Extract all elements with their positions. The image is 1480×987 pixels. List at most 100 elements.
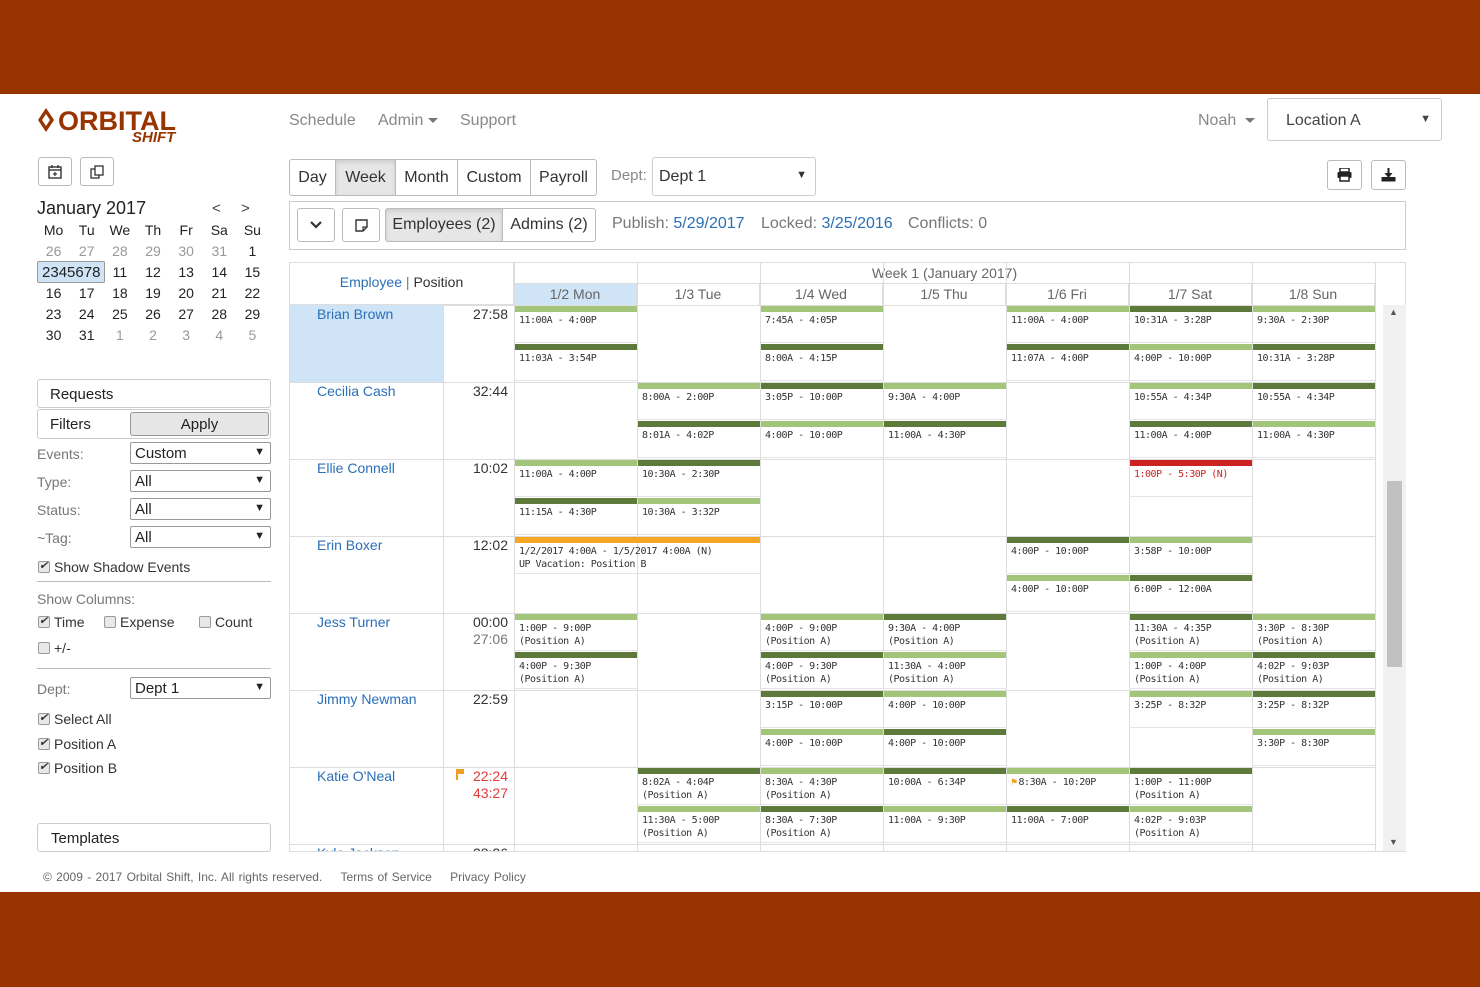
shift-block[interactable]: 1:00P - 9:00P (Position A) <box>515 620 637 651</box>
employee-name-link[interactable]: Erin Boxer <box>317 537 382 553</box>
shift-block[interactable]: 4:00P - 10:00P <box>884 697 1006 728</box>
shift-block[interactable]: 11:15A - 4:30P <box>515 504 637 535</box>
employee-sort-link[interactable]: Employee <box>340 274 402 290</box>
calendar-day[interactable]: 26 <box>136 306 169 322</box>
shift-block[interactable]: 3:30P - 8:30P <box>1253 735 1375 766</box>
copy-button[interactable] <box>80 157 114 186</box>
shift-block[interactable]: 8:02A - 4:04P (Position A) <box>638 774 760 805</box>
day-header[interactable]: 1/7 Sat <box>1129 283 1252 305</box>
day-header[interactable]: 1/6 Fri <box>1006 283 1129 305</box>
shift-block[interactable]: 11:00A - 4:30P <box>1253 427 1375 458</box>
calendar-day[interactable]: 13 <box>170 264 203 280</box>
shift-block[interactable]: 11:00A - 4:00P <box>515 312 637 343</box>
calendar-day[interactable]: 3 <box>170 327 203 343</box>
calendar-day[interactable]: 4 <box>59 264 67 281</box>
shift-block[interactable]: 3:58P - 10:00P <box>1130 543 1252 574</box>
calendar-day[interactable]: 30 <box>170 243 203 259</box>
shift-block[interactable]: 11:00A - 7:00P <box>1007 812 1129 843</box>
calendar-prev-button[interactable]: < <box>212 200 221 217</box>
download-button[interactable] <box>1371 160 1406 190</box>
calendar-day[interactable]: 30 <box>37 327 70 343</box>
privacy-link[interactable]: Privacy Policy <box>450 870 526 884</box>
shift-block[interactable]: 4:00P - 10:00P <box>761 735 883 766</box>
employee-name-link[interactable]: Cecilia Cash <box>317 383 396 399</box>
calendar-day[interactable]: 28 <box>203 306 236 322</box>
shift-block[interactable]: 11:00A - 4:00P <box>1007 312 1129 343</box>
shift-block[interactable]: 8:30A - 7:30P (Position A) <box>761 812 883 843</box>
shift-block[interactable]: 11:07A - 4:00P <box>1007 350 1129 381</box>
nav-support[interactable]: Support <box>460 112 516 130</box>
calendar-day[interactable]: 14 <box>203 264 236 280</box>
calendar-day[interactable]: 23 <box>37 306 70 322</box>
calendar-day[interactable]: 5 <box>67 264 75 281</box>
calendar-day[interactable]: 1 <box>236 243 269 259</box>
shift-block[interactable]: 8:01A - 4:02P <box>638 427 760 458</box>
view-week-button[interactable]: Week <box>335 159 396 196</box>
shift-block[interactable]: 9:30A - 4:00P (Position A) <box>884 620 1006 651</box>
column-expense-checkbox[interactable]: Expense <box>104 614 174 630</box>
employee-name-link[interactable]: Jimmy Newman <box>317 691 417 707</box>
shift-block[interactable]: 3:15P - 10:00P <box>761 697 883 728</box>
view-custom-button[interactable]: Custom <box>457 159 531 196</box>
calendar-day[interactable]: 21 <box>203 285 236 301</box>
print-button[interactable] <box>1327 160 1362 190</box>
calendar-day[interactable]: 2 <box>42 264 50 281</box>
calendar-day[interactable]: 31 <box>203 243 236 259</box>
calendar-day[interactable]: 20 <box>170 285 203 301</box>
calendar-day[interactable]: 12 <box>136 264 169 280</box>
shift-block[interactable]: 10:55A - 4:34P <box>1253 389 1375 420</box>
shift-block[interactable]: 1:00P - 11:00P (Position A) <box>1130 774 1252 805</box>
shift-block[interactable]: 4:00P - 9:30P (Position A) <box>515 658 637 689</box>
calendar-day[interactable]: 2 <box>136 327 169 343</box>
shift-block[interactable]: 4:00P - 9:30P (Position A) <box>761 658 883 689</box>
note-button[interactable] <box>342 208 380 242</box>
admins-tab[interactable]: Admins (2) <box>502 208 596 242</box>
shift-block[interactable]: 1/2/2017 4:00A - 1/5/2017 4:00A (N) UP Va… <box>515 543 760 574</box>
nav-admin[interactable]: Admin <box>378 112 439 130</box>
calendar-day[interactable]: 26 <box>37 243 70 259</box>
day-header[interactable]: 1/8 Sun <box>1252 283 1375 305</box>
calendar-day[interactable]: 27 <box>170 306 203 322</box>
shift-block[interactable]: 10:30A - 2:30P <box>638 466 760 497</box>
shift-block[interactable]: 11:30A - 5:00P (Position A) <box>638 812 760 843</box>
locked-date[interactable]: 3/25/2016 <box>822 215 893 232</box>
shift-block[interactable]: 7:45A - 4:05P <box>761 312 883 343</box>
calendar-day[interactable]: 31 <box>70 327 103 343</box>
calendar-day[interactable]: 11 <box>103 264 136 280</box>
calendar-today-button[interactable] <box>38 157 72 186</box>
day-header[interactable]: 1/3 Tue <box>637 283 760 305</box>
shift-block[interactable]: 8:00A - 4:15P <box>761 350 883 381</box>
apply-button[interactable]: Apply <box>130 412 269 436</box>
shift-block[interactable]: 4:00P - 9:00P (Position A) <box>761 620 883 651</box>
calendar-day[interactable]: 18 <box>103 285 136 301</box>
calendar-day[interactable]: 4 <box>203 327 236 343</box>
shift-block[interactable]: 10:31A - 3:28P <box>1253 350 1375 381</box>
view-day-button[interactable]: Day <box>289 159 336 196</box>
shift-block[interactable]: 10:30A - 3:32P <box>638 504 760 535</box>
calendar-day[interactable]: 24 <box>70 306 103 322</box>
tag-select[interactable]: All ▼ <box>130 526 271 548</box>
calendar-week-row[interactable]: 2345678 <box>37 261 106 283</box>
employees-tab[interactable]: Employees (2) <box>385 208 503 242</box>
templates-panel[interactable]: Templates <box>37 823 271 852</box>
dept-select[interactable]: Dept 1 ▼ <box>652 157 816 196</box>
calendar-day[interactable]: 7 <box>84 264 92 281</box>
status-select[interactable]: All ▼ <box>130 498 271 520</box>
events-select[interactable]: Custom ▼ <box>130 442 271 464</box>
view-payroll-button[interactable]: Payroll <box>530 159 597 196</box>
calendar-day[interactable]: 8 <box>92 264 100 281</box>
shift-block[interactable]: 10:55A - 4:34P <box>1130 389 1252 420</box>
calendar-day[interactable]: 22 <box>236 285 269 301</box>
type-select[interactable]: All ▼ <box>130 470 271 492</box>
shift-block[interactable]: 10:31A - 3:28P <box>1130 312 1252 343</box>
shift-block[interactable]: 4:00P - 10:00P <box>884 735 1006 766</box>
shift-block[interactable]: 11:03A - 3:54P <box>515 350 637 381</box>
publish-date[interactable]: 5/29/2017 <box>673 215 744 232</box>
shift-block[interactable]: 1:00P - 5:30P (N) <box>1130 466 1252 497</box>
employee-name-link[interactable]: Kyle Jackson <box>317 845 399 851</box>
column-time-checkbox[interactable]: Time <box>38 614 85 630</box>
shift-block[interactable]: 3:30P - 8:30P (Position A) <box>1253 620 1375 651</box>
calendar-day[interactable]: 29 <box>136 243 169 259</box>
scroll-up-icon[interactable]: ▲ <box>1389 307 1398 317</box>
calendar-week-row[interactable]: 30 31 1 2 3 4 5 <box>37 324 269 345</box>
